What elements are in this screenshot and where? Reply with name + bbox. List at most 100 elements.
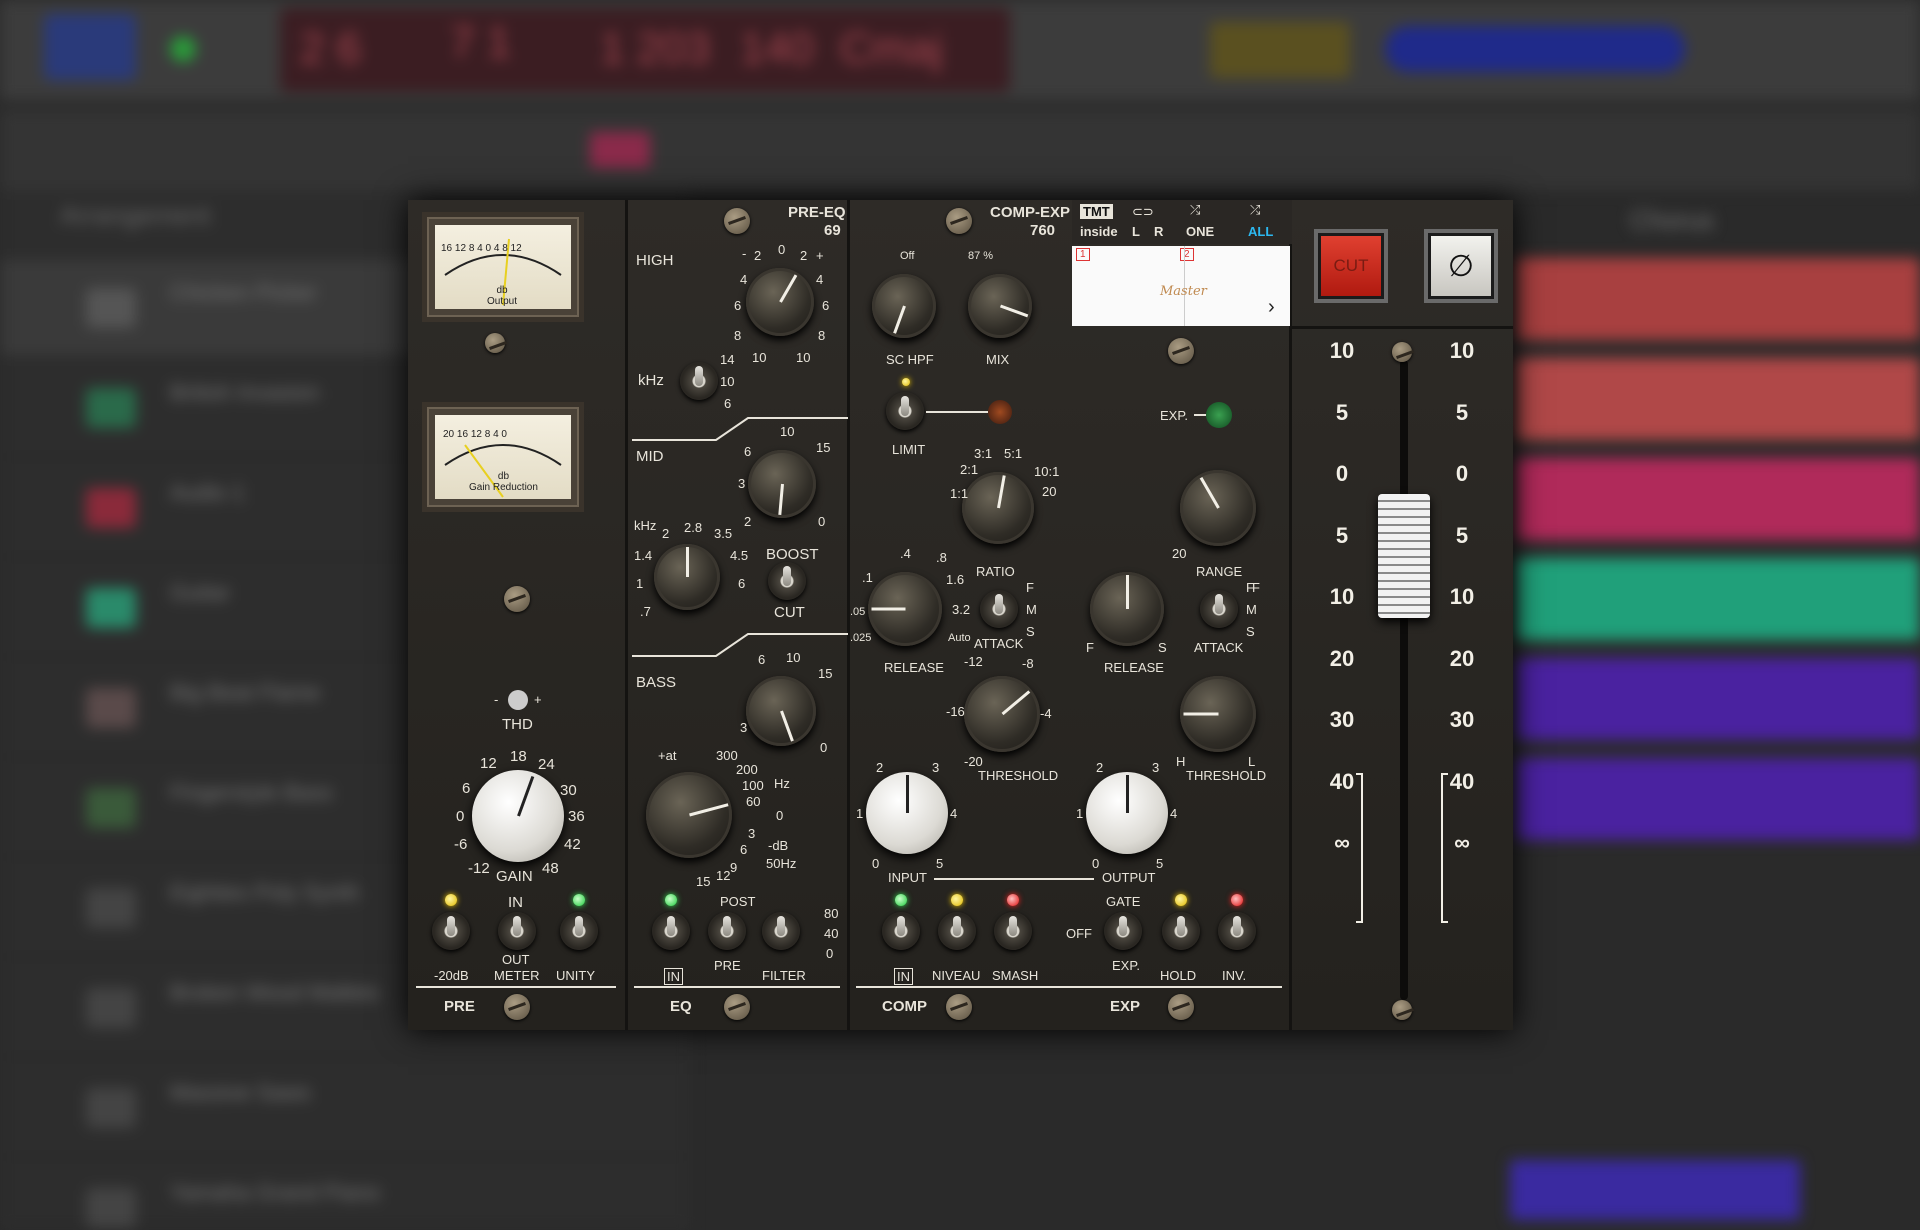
region[interactable] bbox=[1515, 558, 1920, 640]
range-knob[interactable] bbox=[1180, 470, 1256, 546]
gain-knob[interactable] bbox=[472, 770, 564, 862]
output-fader-handle[interactable] bbox=[1378, 494, 1430, 618]
region[interactable] bbox=[1515, 658, 1920, 740]
sc-hpf-knob[interactable] bbox=[872, 274, 936, 338]
comp-bypass-screw[interactable] bbox=[946, 994, 972, 1020]
link-icon[interactable]: ⊂⊃ bbox=[1132, 204, 1154, 220]
master-volume-slider[interactable] bbox=[1385, 26, 1685, 72]
mid-freq-knob[interactable] bbox=[654, 544, 720, 610]
output-knob[interactable] bbox=[1086, 772, 1168, 854]
limit-led bbox=[902, 378, 910, 386]
hold-switch[interactable] bbox=[1162, 912, 1200, 950]
minus20db-label: -20dB bbox=[434, 968, 469, 983]
region[interactable] bbox=[1510, 1160, 1800, 1220]
ratio-label: RATIO bbox=[976, 564, 1015, 579]
gain-reduction-meter: 20 16 12 8 4 0 db Gain Reduction bbox=[422, 402, 584, 512]
high-gain-knob[interactable] bbox=[746, 268, 814, 336]
exp-release-knob[interactable] bbox=[1090, 572, 1164, 646]
divider bbox=[856, 986, 1282, 988]
pre-panel: 16 12 8 4 0 4 8 12 db Output 20 16 12 8 … bbox=[408, 200, 628, 1030]
filter-switch[interactable] bbox=[762, 912, 800, 950]
eq-in-switch[interactable] bbox=[652, 912, 690, 950]
track-row[interactable]: Massive Saws bbox=[0, 1060, 690, 1158]
region[interactable] bbox=[1515, 758, 1920, 840]
gate-exp-switch[interactable] bbox=[1104, 912, 1142, 950]
preset-slot-1[interactable]: 1 bbox=[1076, 248, 1090, 261]
gr-meter-ticks: 20 16 12 8 4 0 bbox=[443, 429, 507, 440]
led-green bbox=[665, 894, 677, 906]
r-label[interactable]: R bbox=[1154, 224, 1163, 239]
exp-release-label: RELEASE bbox=[1104, 660, 1164, 675]
minus20db-switch[interactable] bbox=[432, 912, 470, 950]
eq-bypass-screw[interactable] bbox=[724, 994, 750, 1020]
exp-bypass-screw[interactable] bbox=[1168, 994, 1194, 1020]
fader-scale-mark: 20 bbox=[1449, 645, 1475, 671]
niveau-switch[interactable] bbox=[938, 912, 976, 950]
high-freq-switch[interactable] bbox=[680, 362, 718, 400]
post-label: POST bbox=[720, 894, 756, 909]
preset-display[interactable]: 1 2 Master › bbox=[1072, 246, 1290, 326]
l-label[interactable]: L bbox=[1132, 224, 1140, 239]
meter-switch[interactable] bbox=[498, 912, 536, 950]
eq-post-pre-switch[interactable] bbox=[708, 912, 746, 950]
tool-buttons[interactable] bbox=[1210, 22, 1350, 78]
output-vu-meter: 16 12 8 4 0 4 8 12 db Output bbox=[422, 212, 584, 353]
play-button[interactable] bbox=[44, 14, 136, 80]
led-green bbox=[895, 894, 907, 906]
cut-label: CUT bbox=[774, 604, 805, 621]
preset-slot-2[interactable]: 2 bbox=[1180, 248, 1194, 261]
input-knob[interactable] bbox=[866, 772, 948, 854]
cut-button[interactable]: CUT bbox=[1318, 233, 1384, 299]
filter-label: FILTER bbox=[762, 968, 806, 983]
mix-knob[interactable] bbox=[968, 274, 1032, 338]
record-icon bbox=[170, 36, 196, 62]
thd-knob[interactable] bbox=[508, 690, 528, 710]
gr-meter-label: db Gain Reduction bbox=[469, 471, 538, 493]
lcd-display: 2 67 11 203 140 Cmaj bbox=[280, 8, 1010, 92]
limit-label: LIMIT bbox=[892, 442, 926, 457]
ratio-knob[interactable] bbox=[962, 472, 1034, 544]
track-row[interactable]: Yamaha Grand Piano bbox=[0, 1160, 690, 1230]
mix-label: MIX bbox=[986, 352, 1010, 367]
pre-bypass-screw[interactable] bbox=[504, 994, 530, 1020]
comp-attack-switch[interactable] bbox=[980, 590, 1018, 628]
led-yellow bbox=[1175, 894, 1187, 906]
switch-in-label: IN bbox=[508, 894, 523, 911]
inv-switch[interactable] bbox=[1218, 912, 1256, 950]
control-bar: 2 67 11 203 140 Cmaj bbox=[0, 0, 1920, 100]
comp-release-knob[interactable] bbox=[868, 572, 942, 646]
exp-attack-label: ATTACK bbox=[1194, 640, 1244, 655]
fader-scale-mark: 0 bbox=[1335, 461, 1349, 486]
region[interactable] bbox=[1515, 258, 1920, 340]
exp-threshold-label: THRESHOLD bbox=[1186, 768, 1267, 783]
exp-threshold-knob[interactable] bbox=[1180, 676, 1256, 752]
comp-in-switch[interactable] bbox=[882, 912, 920, 950]
one-button[interactable]: ONE bbox=[1186, 224, 1214, 239]
mid-gain-knob[interactable] bbox=[748, 450, 816, 518]
arrangement-label: Arrangement bbox=[60, 200, 211, 230]
bass-freq-knob[interactable] bbox=[646, 772, 732, 858]
fader-scale-mark: 10 bbox=[1329, 338, 1355, 363]
eq-header: PRE-EQ bbox=[788, 204, 846, 221]
region[interactable] bbox=[1515, 358, 1920, 440]
shuffle-one-icon[interactable]: ⤮ bbox=[1190, 202, 1200, 218]
bass-gain-knob[interactable] bbox=[746, 676, 816, 746]
limit-switch[interactable] bbox=[886, 392, 924, 430]
all-button[interactable]: ALL bbox=[1248, 224, 1273, 239]
chevron-right-icon[interactable]: › bbox=[1268, 296, 1275, 319]
fader-scale-mark: 10 bbox=[1449, 338, 1475, 363]
exp-attack-switch[interactable] bbox=[1200, 590, 1238, 628]
comp-threshold-knob[interactable] bbox=[964, 676, 1040, 752]
shuffle-all-icon[interactable]: ⤮ bbox=[1250, 202, 1260, 218]
comp-exp-panel: COMP-EXP 760 TMT inside ⊂⊃ L R ⤮ ONE ⤮ A… bbox=[850, 200, 1292, 1030]
phase-invert-button[interactable]: ∅ bbox=[1428, 233, 1494, 299]
eq-in-label: IN bbox=[664, 968, 683, 985]
panel-screw bbox=[1168, 338, 1194, 364]
plugin-window: 16 12 8 4 0 4 8 12 db Output 20 16 12 8 … bbox=[408, 200, 1513, 1030]
unity-switch[interactable] bbox=[560, 912, 598, 950]
smash-switch[interactable] bbox=[994, 912, 1032, 950]
region[interactable] bbox=[1515, 458, 1920, 540]
sc-hpf-label: SC HPF bbox=[886, 352, 934, 367]
boost-cut-switch[interactable] bbox=[768, 562, 806, 600]
unity-label: UNITY bbox=[556, 968, 595, 983]
